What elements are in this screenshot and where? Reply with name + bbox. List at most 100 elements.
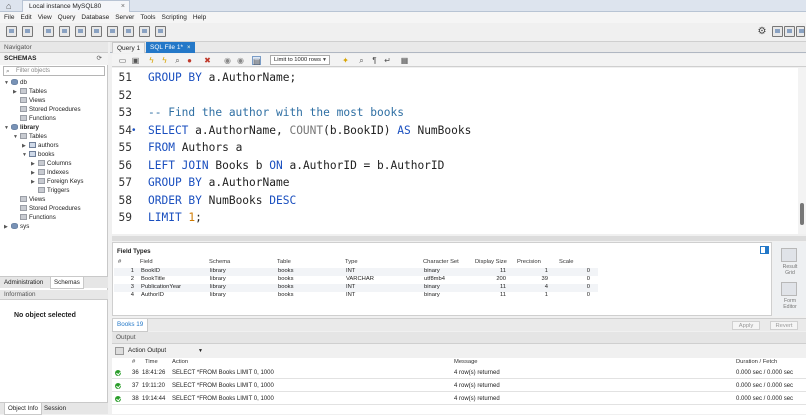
close-icon[interactable]: × (187, 45, 191, 51)
tree-item-db-tables[interactable]: ▶ Tables (13, 87, 47, 96)
tab-object-info[interactable]: Object Info (4, 403, 42, 415)
expand-icon[interactable]: ▼ (22, 151, 29, 160)
panel-toggle-icon[interactable] (760, 246, 769, 254)
create-table-icon[interactable] (75, 26, 86, 37)
menu-view[interactable]: View (35, 12, 55, 23)
code-line[interactable]: LEFT JOIN Books b ON a.AuthorID = b.Auth… (148, 157, 444, 175)
menu-query[interactable]: Query (55, 12, 79, 23)
tree-item-db-procedures[interactable]: Stored Procedures (20, 105, 81, 114)
expand-icon[interactable]: ▼ (4, 79, 11, 88)
find-replace-icon[interactable]: ⌕ (357, 56, 366, 65)
field-types-row[interactable]: 4 AuthorID library books INT binary 11 1 0 (114, 292, 598, 300)
expand-icon[interactable]: ▼ (4, 124, 11, 133)
code-line[interactable]: SELECT a.AuthorName, COUNT(b.BookID) AS … (148, 122, 471, 140)
create-procedure-icon[interactable] (107, 26, 118, 37)
code-line[interactable]: GROUP BY a.AuthorName (148, 174, 289, 192)
apply-button[interactable]: Apply (732, 321, 760, 330)
invisible-chars-icon[interactable]: ¶ (370, 56, 379, 65)
tree-item-foreign-keys[interactable]: ▶ Foreign Keys (31, 177, 83, 186)
tab-session[interactable]: Session (44, 403, 66, 414)
gear-icon[interactable]: ⚙ (756, 26, 768, 38)
menu-help[interactable]: Help (190, 12, 209, 23)
autocommit-icon[interactable]: ▤ (252, 56, 261, 66)
output-row[interactable]: 37 19:11:20 SELECT *FROM Books LIMIT 0, 10… (112, 380, 806, 392)
refresh-icon[interactable]: ⟳ (97, 53, 102, 65)
output-row[interactable]: 38 19:14:44 SELECT *FROM Books LIMIT 0, 10… (112, 393, 806, 405)
tree-item-library-procedures[interactable]: Stored Procedures (20, 204, 81, 213)
collapse-icon[interactable]: ▶ (31, 178, 38, 187)
filter-objects-input[interactable]: ⌕ Filter objects (3, 66, 105, 76)
tab-query-1[interactable]: Query 1 (112, 42, 146, 53)
rollback-icon[interactable]: ◉ (236, 56, 245, 65)
result-grid-icon[interactable] (781, 248, 797, 262)
field-types-row[interactable]: 3 PublicationYear library books INT binary 11 4… (114, 284, 598, 292)
editor-scroll-thumb[interactable] (800, 203, 804, 225)
tab-administration[interactable]: Administration (4, 277, 43, 288)
create-view-icon[interactable] (91, 26, 102, 37)
revert-button[interactable]: Revert (770, 321, 798, 330)
close-icon[interactable]: × (121, 1, 125, 12)
create-function-icon[interactable] (123, 26, 134, 37)
inspect-icon[interactable] (43, 26, 54, 37)
tree-item-indexes[interactable]: ▶ Indexes (31, 168, 69, 177)
tree-item-library-tables[interactable]: ▼ Tables (13, 132, 47, 141)
toggle-secondary-sidebar-icon[interactable] (796, 26, 805, 37)
tree-item-db[interactable]: ▼ db (4, 78, 27, 87)
result-grid-label[interactable]: Result Grid (776, 264, 804, 276)
expand-icon[interactable]: ▼ (13, 133, 20, 142)
menu-tools[interactable]: Tools (137, 12, 158, 23)
tree-item-db-views[interactable]: Views (20, 96, 45, 105)
new-sql-tab-icon[interactable] (6, 26, 17, 37)
tree-item-library-views[interactable]: Views (20, 195, 45, 204)
home-icon[interactable]: ⌂ (6, 1, 18, 11)
create-schema-icon[interactable] (59, 26, 70, 37)
tree-item-triggers[interactable]: Triggers (38, 186, 69, 195)
toggle-sidebar-icon[interactable] (772, 26, 783, 37)
tree-item-authors[interactable]: ▶ authors (22, 141, 59, 150)
execute-current-icon[interactable]: ϟ (160, 56, 169, 65)
toggle-output-icon[interactable] (784, 26, 795, 37)
execute-icon[interactable]: ϟ (147, 56, 156, 65)
tree-item-library-functions[interactable]: Functions (20, 213, 56, 222)
panel-splitter[interactable] (112, 236, 806, 241)
collapse-icon[interactable]: ▶ (4, 223, 11, 232)
tree-item-sys[interactable]: ▶ sys (4, 222, 29, 231)
connection-tab[interactable]: Local instance MySQL80 × (22, 0, 130, 12)
wrap-lines-icon[interactable]: ↵ (383, 56, 392, 65)
sql-editor[interactable]: 51 GROUP BY a.AuthorName; 52 53 -- Find the … (112, 68, 798, 234)
tree-item-db-functions[interactable]: Functions (20, 114, 56, 123)
form-editor-icon[interactable] (781, 282, 797, 296)
beautify-icon[interactable]: ✦ (341, 56, 350, 65)
stop-icon[interactable]: ● (185, 56, 194, 65)
word-wrap-icon[interactable]: ▦ (400, 56, 409, 65)
menu-file[interactable]: File (0, 12, 17, 23)
tab-schemas[interactable]: Schemas (50, 277, 84, 289)
output-row[interactable]: 36 18:41:26 SELECT *FROM Books LIMIT 0, 10… (112, 367, 806, 379)
code-line[interactable]: ORDER BY NumBooks DESC (148, 192, 296, 210)
open-file-icon[interactable]: ▭ (118, 56, 127, 65)
code-line[interactable]: FROM Authors a (148, 139, 242, 157)
menu-edit[interactable]: Edit (17, 12, 34, 23)
collapse-icon[interactable]: ▶ (13, 88, 20, 97)
field-types-row[interactable]: 2 BookTitle library books VARCHAR utf8mb4 200 3… (114, 276, 598, 284)
toggle-error-icon[interactable]: ✖ (203, 56, 212, 65)
save-icon[interactable]: ▣ (131, 56, 140, 65)
output-type-select[interactable]: Action Output ▼ (114, 346, 206, 356)
menu-database[interactable]: Database (78, 12, 112, 23)
code-line[interactable]: GROUP BY a.AuthorName; (148, 69, 296, 87)
form-editor-label[interactable]: Form Editor (776, 298, 804, 310)
tree-item-books[interactable]: ▼ books (22, 150, 55, 159)
code-line[interactable]: LIMIT 1; (148, 209, 202, 227)
open-sql-file-icon[interactable] (22, 26, 33, 37)
result-tab-books[interactable]: Books 19 (112, 319, 149, 332)
tree-item-columns[interactable]: ▶ Columns (31, 159, 71, 168)
tree-item-library[interactable]: ▼ library (4, 123, 39, 132)
search-table-data-icon[interactable] (139, 26, 150, 37)
limit-rows-select[interactable]: Limit to 1000 rows ▼ (270, 55, 330, 65)
tab-sql-file-1[interactable]: SQL File 1* × (146, 42, 195, 53)
explain-icon[interactable]: ⌕ (173, 56, 182, 65)
reconnect-icon[interactable] (155, 26, 166, 37)
menu-server[interactable]: Server (112, 12, 137, 23)
field-types-row[interactable]: 1 BookID library books INT binary 11 1 0 (114, 268, 598, 276)
commit-icon[interactable]: ◉ (223, 56, 232, 65)
